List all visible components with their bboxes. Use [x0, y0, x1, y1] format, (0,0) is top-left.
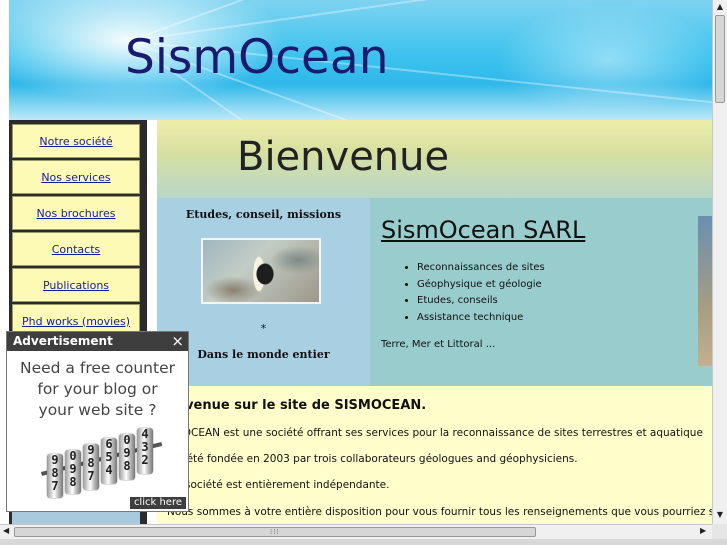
nav-link-phd-works[interactable]: Phd works (movies) [22, 315, 130, 328]
services-list: Reconnaissances de sites Géophysique et … [385, 260, 545, 326]
tagline-top: Etudes, conseil, missions [185, 208, 342, 221]
ad-text-line: for your blog or [37, 380, 158, 398]
list-item: Etudes, conseils [417, 293, 545, 310]
scroll-down-icon[interactable]: ▼ [715, 510, 725, 519]
nav-item-nos-brochures[interactable]: Nos brochures [12, 196, 140, 230]
list-item: Reconnaissances de sites [417, 260, 545, 277]
horizontal-scroll-thumb[interactable]: ⁞⁞⁞ [14, 527, 536, 537]
content-paragraph: tte société est entièrement indépendante… [167, 479, 390, 491]
content-paragraph: e a été fondée en 2003 par trois collabo… [167, 453, 578, 465]
scroll-right-icon[interactable]: ▶ [700, 526, 706, 535]
scrollbar-corner [712, 524, 727, 539]
content-paragraph: Nous sommes à votre entière disposition … [167, 506, 712, 518]
scroll-grip-icon: ⁞⁞⁞ [270, 528, 280, 536]
ad-text[interactable]: Need a free counter for your blog or you… [7, 358, 188, 421]
horizontal-scrollbar[interactable]: ◀ ⁞⁞⁞ ▶ [0, 524, 712, 539]
ad-title-bar: Advertisement × [7, 332, 188, 351]
nav-item-publications[interactable]: Publications [12, 268, 140, 302]
nav-link-contacts[interactable]: Contacts [52, 243, 101, 256]
site-title: SismOcean [125, 30, 389, 85]
ad-title: Advertisement [13, 334, 113, 348]
list-item: Assistance technique [417, 310, 545, 327]
nav-link-publications[interactable]: Publications [43, 279, 109, 292]
welcome-heading: Bienvenue [237, 134, 450, 180]
company-tagline: Terre, Mer et Littoral ... [381, 339, 496, 350]
nav-item-nos-services[interactable]: Nos services [12, 160, 140, 194]
nav-link-nos-brochures[interactable]: Nos brochures [37, 207, 116, 220]
advertisement-popup[interactable]: Advertisement × Need a free counter for … [6, 331, 189, 512]
vertical-scrollbar[interactable]: ▲ ▼ [712, 0, 727, 524]
scroll-left-icon[interactable]: ◀ [3, 526, 9, 535]
ad-text-line: Need a free counter [20, 359, 175, 377]
content-paragraph: SMOCEAN est une société offrant ses serv… [167, 427, 703, 439]
window-bottom-edge [0, 539, 727, 545]
nav-item-contacts[interactable]: Contacts [12, 232, 140, 266]
coast-image [698, 216, 712, 366]
welcome-band: Bienvenue [157, 120, 712, 198]
site-banner: SismOcean [9, 0, 712, 120]
company-name: SismOcean SARL [381, 216, 586, 244]
ad-text-line: your web site ? [38, 401, 157, 419]
intro-heading: envenue sur le site de SISMOCEAN. [167, 398, 427, 413]
list-item: Géophysique et géologie [417, 277, 545, 294]
counter-wheels-icon[interactable]: 987 098 987 654 098 432 [41, 428, 163, 502]
fish-photo-icon [201, 238, 321, 304]
nav-link-notre-societe[interactable]: Notre société [39, 135, 112, 148]
vertical-scroll-thumb[interactable] [715, 15, 725, 103]
nav-item-notre-societe[interactable]: Notre société [12, 124, 140, 158]
close-icon[interactable]: × [171, 332, 184, 350]
scroll-up-icon[interactable]: ▲ [715, 2, 725, 11]
ad-click-here-button[interactable]: click here [129, 497, 186, 509]
main-content: envenue sur le site de SISMOCEAN. SMOCEA… [157, 386, 712, 524]
nav-link-nos-services[interactable]: Nos services [41, 171, 110, 184]
right-info-panel: SismOcean SARL Reconnaissances de sites … [370, 198, 712, 386]
